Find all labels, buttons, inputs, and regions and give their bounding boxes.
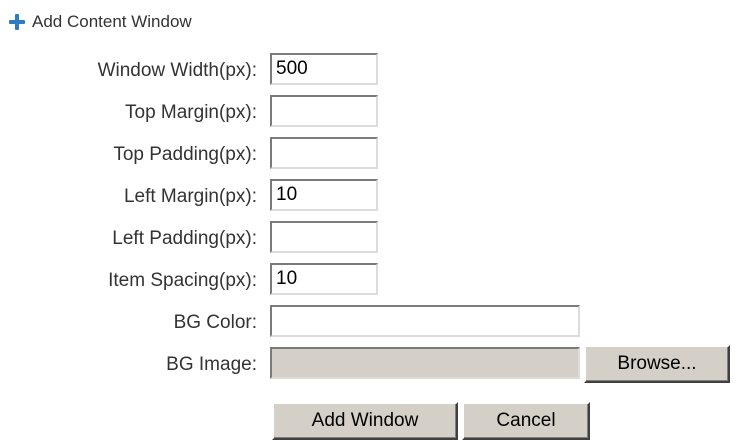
top-padding-label: Top Padding(px): — [113, 144, 257, 165]
browse-button[interactable]: Browse... — [584, 345, 730, 383]
bg-color-input[interactable] — [270, 305, 580, 337]
cancel-button[interactable]: Cancel — [462, 402, 590, 440]
add-window-button[interactable]: Add Window — [272, 402, 458, 440]
left-margin-input[interactable] — [270, 179, 378, 211]
bg-color-label: BG Color: — [173, 312, 257, 333]
window-width-row: Window Width(px): — [0, 52, 742, 90]
left-padding-input[interactable] — [270, 221, 378, 253]
left-padding-row: Left Padding(px): — [0, 220, 742, 258]
bg-image-row: BG Image: Browse... — [0, 345, 742, 384]
top-margin-label: Top Margin(px): — [125, 102, 257, 123]
plus-icon — [8, 13, 26, 31]
top-padding-row: Top Padding(px): — [0, 136, 742, 174]
bg-color-row: BG Color: — [0, 304, 742, 342]
left-padding-label: Left Padding(px): — [112, 228, 257, 249]
left-margin-label: Left Margin(px): — [123, 186, 257, 207]
bg-image-label: BG Image: — [166, 354, 257, 375]
left-margin-row: Left Margin(px): — [0, 178, 742, 216]
add-content-window-panel: Add Content Window Window Width(px): Top… — [0, 0, 742, 440]
top-margin-input[interactable] — [270, 95, 378, 127]
top-padding-input[interactable] — [270, 137, 378, 169]
add-content-window-toggle[interactable]: Add Content Window — [8, 10, 192, 34]
bg-image-input[interactable] — [270, 347, 580, 379]
item-spacing-label: Item Spacing(px): — [108, 270, 257, 291]
window-width-label: Window Width(px): — [97, 60, 257, 81]
item-spacing-row: Item Spacing(px): — [0, 262, 742, 300]
add-content-window-title: Add Content Window — [32, 12, 192, 31]
top-margin-row: Top Margin(px): — [0, 94, 742, 132]
window-width-input[interactable] — [270, 53, 378, 85]
item-spacing-input[interactable] — [270, 263, 378, 295]
